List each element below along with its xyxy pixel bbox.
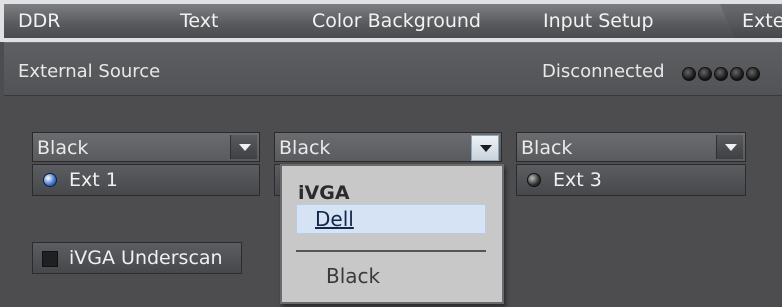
ext-3-radio[interactable]: Ext 3: [516, 164, 746, 196]
checkbox-icon: [42, 251, 58, 267]
indicator-dot-icon: [682, 67, 696, 81]
connection-status: Disconnected: [542, 61, 665, 82]
source-dropdown-menu: iVGA Dell Black: [280, 164, 504, 304]
tab-label: DDR: [18, 10, 61, 32]
chevron-down-icon[interactable]: [716, 135, 743, 159]
ext-3-label: Ext 3: [553, 169, 602, 191]
ivga-underscan-toggle[interactable]: iVGA Underscan: [32, 242, 242, 274]
select-value: Black: [521, 137, 573, 159]
dropdown-option-dell[interactable]: Dell: [296, 204, 486, 234]
tab-color-background[interactable]: Color Background: [282, 4, 557, 38]
radio-unselected-icon: [527, 173, 541, 187]
status-indicators: [682, 67, 760, 81]
select-value: Black: [279, 137, 331, 159]
select-value: Black: [37, 137, 89, 159]
chevron-down-icon[interactable]: [230, 135, 257, 159]
dropdown-group-label: iVGA: [298, 182, 350, 204]
ext-1-label: Ext 1: [69, 169, 118, 191]
tab-bar: DDR Text Color Background Input Setup Ex…: [0, 0, 782, 42]
indicator-dot-icon: [714, 67, 728, 81]
tab-label: Color Background: [312, 10, 481, 32]
ext-1-radio[interactable]: Ext 1: [32, 164, 260, 196]
section-title: External Source: [18, 61, 161, 82]
indicator-dot-icon: [698, 67, 712, 81]
tab-label: Input Setup: [543, 10, 654, 32]
tab-label: Exte: [742, 10, 782, 32]
dropdown-option-black[interactable]: Black: [326, 264, 380, 288]
source-1-select[interactable]: Black: [32, 132, 260, 162]
tab-label: Text: [180, 10, 219, 32]
source-3-select[interactable]: Black: [516, 132, 746, 162]
external-source-header: External Source Disconnected: [4, 42, 782, 96]
indicator-dot-icon: [730, 67, 744, 81]
radio-selected-icon: [43, 173, 57, 187]
underscan-label: iVGA Underscan: [69, 247, 223, 269]
chevron-down-icon[interactable]: [471, 135, 499, 161]
option-label: Dell: [315, 207, 354, 231]
dropdown-separator: [296, 250, 486, 252]
indicator-dot-icon: [746, 67, 760, 81]
source-2-select[interactable]: Black: [274, 132, 502, 162]
